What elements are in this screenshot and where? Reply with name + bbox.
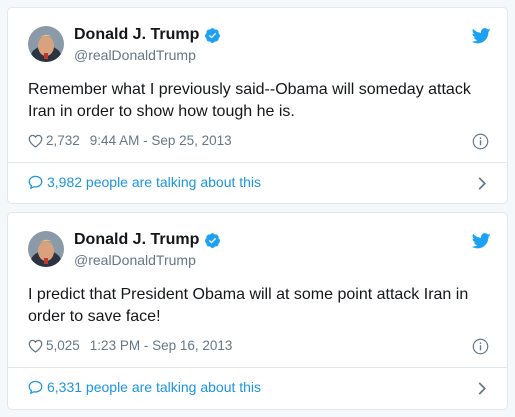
like-count[interactable]: 5,025 — [46, 338, 80, 353]
tweet-card[interactable]: Donald J. Trump @realDonaldTrump Remembe… — [7, 7, 508, 204]
chevron-right-icon[interactable] — [477, 176, 487, 191]
avatar[interactable] — [28, 231, 64, 267]
divider — [8, 162, 507, 163]
info-icon[interactable] — [472, 133, 489, 150]
timestamp[interactable]: 9:44 AM - Sep 25, 2013 — [90, 133, 232, 148]
handle[interactable]: @realDonaldTrump — [74, 46, 221, 64]
avatar[interactable] — [28, 26, 64, 62]
chevron-right-icon[interactable] — [477, 381, 487, 396]
display-name[interactable]: Donald J. Trump — [74, 230, 199, 250]
speech-bubble-icon — [28, 175, 43, 189]
twitter-bird-icon[interactable] — [472, 28, 491, 44]
heart-icon[interactable] — [28, 134, 43, 148]
like-count[interactable]: 2,732 — [46, 133, 80, 148]
conversation-count-label[interactable]: 6,331 people are talking about this — [47, 379, 261, 395]
timestamp[interactable]: 1:23 PM - Sep 16, 2013 — [90, 338, 233, 353]
tweet-text: Remember what I previously said--Obama w… — [28, 81, 471, 120]
speech-bubble-icon — [28, 380, 43, 394]
divider — [8, 367, 507, 368]
tweet-card[interactable]: Donald J. Trump @realDonaldTrump I predi… — [7, 212, 508, 410]
display-name[interactable]: Donald J. Trump — [74, 25, 199, 45]
verified-badge-icon — [205, 232, 221, 248]
conversation-count-label[interactable]: 3,982 people are talking about this — [47, 174, 261, 190]
twitter-bird-icon[interactable] — [472, 233, 491, 249]
conversation-link[interactable]: 3,982 people are talking about this — [28, 174, 261, 190]
handle[interactable]: @realDonaldTrump — [74, 251, 221, 269]
verified-badge-icon — [205, 27, 221, 43]
conversation-link[interactable]: 6,331 people are talking about this — [28, 379, 261, 395]
info-icon[interactable] — [472, 338, 489, 355]
tweet-text: I predict that President Obama will at s… — [28, 286, 469, 325]
heart-icon[interactable] — [28, 339, 43, 353]
